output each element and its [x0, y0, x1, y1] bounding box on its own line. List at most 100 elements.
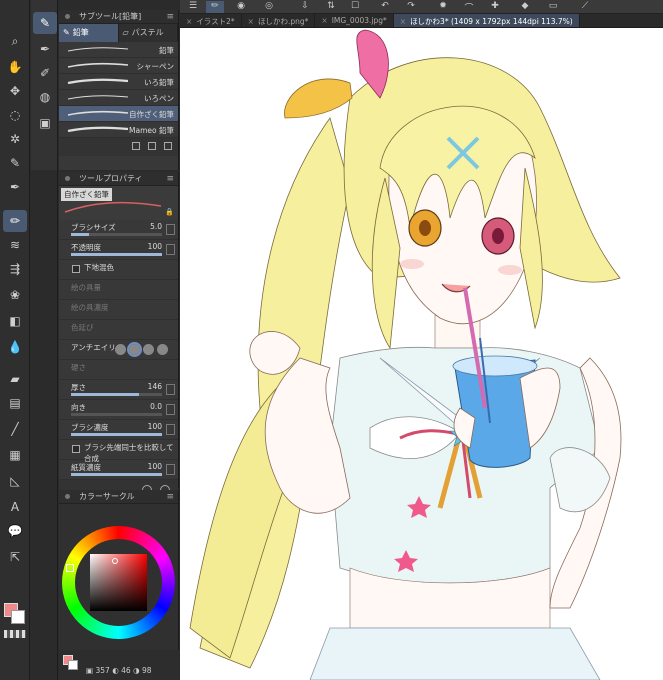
brush-item[interactable]: 自作ざく鉛筆 [59, 106, 178, 122]
eraser-icon[interactable]: ◧ [3, 310, 27, 332]
decoration-icon[interactable]: ❀ [3, 284, 27, 306]
panel-menu-icon[interactable]: ≡ [166, 10, 174, 24]
filter-icon[interactable]: ✹ [434, 1, 452, 13]
correct-line-icon[interactable]: ⇱ [3, 546, 27, 568]
trash-icon[interactable] [164, 142, 172, 150]
property-value[interactable]: 100 [148, 242, 162, 251]
marker-group-icon[interactable]: ✐ [33, 62, 57, 84]
pencil-icon[interactable]: ✏ [3, 210, 27, 232]
tab-pastel[interactable]: ▱ パステル [119, 24, 178, 42]
pressure-icon[interactable] [166, 424, 175, 435]
pen-mode-icon[interactable]: ✏ [206, 1, 224, 13]
magic-wand-icon[interactable]: ✲ [3, 128, 27, 150]
property-slider[interactable] [71, 253, 162, 256]
property-value[interactable]: 100 [148, 422, 162, 431]
saturation-value-square[interactable] [90, 554, 147, 611]
property-row[interactable]: ブラシ先端同士を比較して合成 [59, 440, 178, 463]
property-row[interactable]: 向き 0.0 [59, 400, 178, 420]
transparent-color-icon[interactable] [4, 630, 26, 638]
property-row[interactable]: 色延び [59, 320, 178, 340]
flip-icon[interactable]: ▭ [544, 1, 562, 13]
frame-icon[interactable]: ▦ [3, 444, 27, 466]
property-value[interactable]: 100 [148, 462, 162, 471]
property-slider[interactable] [71, 413, 162, 416]
panel-menu-icon[interactable]: ≡ [166, 172, 174, 186]
close-icon[interactable]: × [248, 17, 254, 26]
property-row[interactable]: ブラシ濃度 100 [59, 420, 178, 440]
fill-icon[interactable]: ▰ [3, 368, 27, 390]
clear-icon[interactable]: ☐ [346, 1, 364, 13]
airbrush-icon[interactable]: ⇶ [3, 258, 27, 280]
property-value[interactable]: 146 [148, 382, 162, 391]
close-icon[interactable]: × [321, 16, 327, 25]
brush-item[interactable]: シャーペン [59, 58, 178, 74]
property-slider[interactable] [71, 473, 162, 476]
panel-menu-icon[interactable]: ≡ [166, 490, 174, 504]
lasso-icon[interactable]: ◌ [3, 104, 27, 126]
layer-icon[interactable]: ◍ [33, 86, 57, 108]
property-row[interactable]: 下地混色 [59, 260, 178, 280]
property-row[interactable]: ブラシサイズ 5.0 [59, 220, 178, 240]
close-icon[interactable]: × [186, 17, 192, 26]
property-row[interactable]: 硬さ [59, 360, 178, 380]
property-value[interactable]: 0.0 [150, 402, 162, 411]
pencil-group-icon[interactable]: ✎ [33, 12, 57, 34]
property-slider[interactable] [71, 393, 162, 396]
ruler-icon[interactable]: ⟋ [576, 1, 594, 13]
property-row[interactable]: 厚さ 146 [59, 380, 178, 400]
property-slider[interactable] [71, 433, 162, 436]
ruler-icon[interactable]: ◺ [3, 470, 27, 492]
brush-item[interactable]: いろペン [59, 90, 178, 106]
checkbox[interactable] [72, 445, 80, 453]
color-mode-icon[interactable]: ◉ [232, 1, 250, 13]
magnifier-icon[interactable]: ⌕ [3, 30, 27, 52]
hue-cursor[interactable] [66, 564, 74, 572]
brush-item[interactable]: Mameo 鉛筆 [59, 122, 178, 138]
layer-move-icon[interactable]: ⇅ [322, 1, 340, 13]
aa-medium[interactable] [143, 344, 154, 355]
property-row[interactable]: 不透明度 100 [59, 240, 178, 260]
canvas[interactable] [180, 28, 663, 680]
fill-icon[interactable]: ◆ [516, 1, 534, 13]
property-row[interactable]: 絵の具濃度 [59, 300, 178, 320]
copy-icon[interactable] [148, 142, 156, 150]
undo-icon[interactable]: ↶ [376, 1, 394, 13]
aa-strong[interactable] [157, 344, 168, 355]
settings-icon[interactable] [132, 142, 140, 150]
pressure-icon[interactable] [166, 384, 175, 395]
property-row[interactable]: 絵の具量 [59, 280, 178, 300]
text-icon[interactable]: A [3, 496, 27, 518]
brush-item[interactable]: いろ鉛筆 [59, 74, 178, 90]
sub-color-chip[interactable] [68, 660, 78, 670]
blend-icon[interactable]: ⌒ [460, 1, 478, 14]
pen-icon[interactable]: ✒ [3, 176, 27, 198]
save-icon[interactable]: ⇩ [296, 1, 314, 13]
gradient-icon[interactable]: ▤ [3, 392, 27, 414]
checkbox[interactable] [72, 265, 80, 273]
blend-icon[interactable]: 💧 [3, 336, 27, 358]
sub-color-swatch[interactable] [11, 610, 25, 624]
lock-icon[interactable]: 🔒 [165, 208, 174, 216]
document-tab[interactable]: × ほしかわ.png* [242, 14, 316, 27]
document-tab[interactable]: × イラスト2* [180, 14, 242, 27]
pressure-icon[interactable] [166, 244, 175, 255]
redo-icon[interactable]: ↷ [402, 1, 420, 13]
pen-group-icon[interactable]: ✒ [33, 38, 57, 60]
sv-cursor[interactable] [112, 558, 118, 564]
material-icon[interactable]: ▣ [33, 112, 57, 134]
document-tab[interactable]: × IMG_0003.jpg* [315, 14, 394, 27]
eyedropper-icon[interactable]: ✎ [3, 152, 27, 174]
balloon-icon[interactable]: 💬 [3, 520, 27, 542]
close-icon[interactable]: × [400, 17, 406, 26]
camera-icon[interactable]: ◎ [260, 1, 278, 13]
menu-icon[interactable]: ☰ [184, 1, 202, 13]
property-slider[interactable] [71, 233, 162, 236]
aa-none[interactable] [115, 344, 126, 355]
brush-item[interactable]: 鉛筆 [59, 42, 178, 58]
brush-icon[interactable]: ≋ [3, 234, 27, 256]
tab-pencil[interactable]: ✎ 鉛筆 [59, 24, 119, 42]
property-row[interactable]: 紙質濃度 100 [59, 460, 178, 480]
pressure-icon[interactable] [166, 464, 175, 475]
hand-icon[interactable]: ✋ [3, 56, 27, 78]
transform-icon[interactable]: ✚ [486, 1, 504, 13]
